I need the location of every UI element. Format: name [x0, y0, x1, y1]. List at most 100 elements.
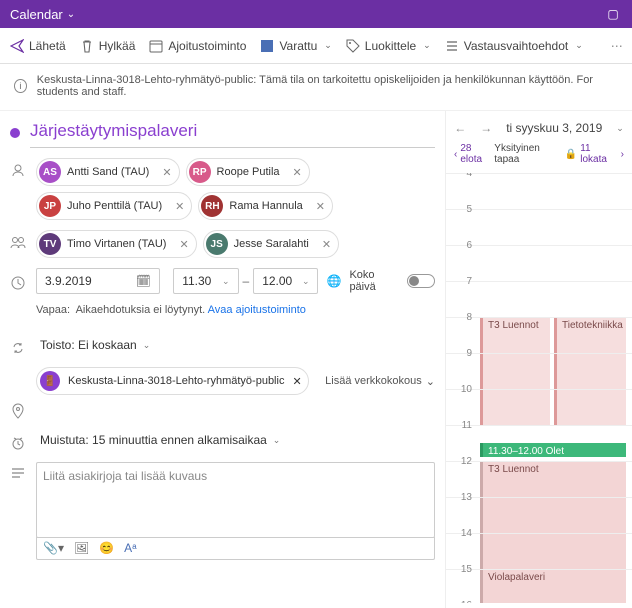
tag-icon [346, 39, 360, 53]
lock-icon: 🔒 [565, 149, 577, 160]
attendee-chip[interactable]: AS Antti Sand (TAU) ✕ [36, 158, 180, 186]
more-button[interactable]: ⋯ [611, 39, 624, 53]
attendee-name: Antti Sand (TAU) [67, 166, 149, 178]
calendar-prev-range[interactable]: ‹28 elota [454, 143, 494, 165]
reminder-select[interactable]: Muistuta: 15 minuuttia ennen alkamisaika… [36, 429, 284, 452]
calendar-clock-icon [149, 39, 163, 53]
attendee-name: Rama Hannula [229, 200, 302, 212]
chevron-down-icon: ⌄ [575, 40, 583, 51]
room-chip[interactable]: 🚪 Keskusta-Linna-3018-Lehto-ryhmätyö-pub… [36, 367, 309, 395]
avatar: AS [39, 161, 61, 183]
required-attendees[interactable]: ASAntti Sand (TAU)✕RPRoope Putila✕JPJuho… [36, 158, 435, 220]
insert-image-icon[interactable]: 🖼 [74, 541, 89, 555]
room-icon: 🚪 [40, 371, 60, 391]
attendee-chip[interactable]: TVTimo Virtanen (TAU)✕ [36, 230, 197, 258]
remove-attendee-button[interactable]: ✕ [159, 166, 174, 179]
start-time-input[interactable]: 11.30 ⌄ [173, 268, 238, 294]
checklist-icon [445, 39, 459, 53]
hour-label: 11 [446, 420, 476, 431]
prev-day-button[interactable]: ← [454, 121, 466, 135]
end-time-value: 12.00 [262, 274, 292, 288]
window-expand-icon[interactable]: ▢ [604, 7, 622, 21]
category-dot[interactable] [10, 128, 20, 138]
calendar-date-label[interactable]: ti syyskuu 3, 2019 [506, 121, 602, 135]
busy-label: Varattu [279, 39, 317, 53]
description-icon [10, 466, 26, 482]
hour-label: 7 [446, 276, 476, 287]
calendar-next-range[interactable]: 🔒 11 lokata› [565, 143, 624, 165]
hour-label: 16 [446, 600, 476, 603]
add-online-label: Lisää verkkokokous [325, 375, 422, 387]
clock-icon [10, 275, 26, 291]
remove-attendee-button[interactable]: ✕ [176, 238, 191, 251]
remove-attendee-button[interactable]: ✕ [313, 200, 328, 213]
categorize-button[interactable]: Luokittele ⌄ [346, 39, 431, 53]
calendar-privacy-label: Yksityinen tapaa [494, 143, 565, 165]
avatar: JP [39, 195, 61, 217]
time-dash: – [243, 274, 250, 288]
chevron-down-icon: ⌄ [324, 40, 332, 51]
formatting-icon[interactable]: Aᵃ [124, 541, 136, 555]
emoji-icon[interactable]: 😊 [99, 541, 114, 555]
chevron-down-icon: ⌄ [143, 340, 151, 351]
reminder-icon [10, 435, 26, 451]
remove-attendee-button[interactable]: ✕ [319, 238, 334, 251]
hour-label: 4 [446, 173, 476, 179]
attach-icon[interactable]: 📎▾ [43, 541, 64, 555]
show-as-button[interactable]: Varattu ⌄ [260, 39, 331, 53]
person-icon [10, 162, 26, 178]
attendee-chip[interactable]: JPJuho Penttilä (TAU)✕ [36, 192, 192, 220]
categorize-label: Luokittele [365, 39, 416, 53]
response-label: Vastausvaihtoehdot [464, 39, 569, 53]
recurrence-value: Toisto: Ei koskaan [40, 338, 137, 352]
free-text: Aikaehdotuksia ei löytynyt. [76, 304, 206, 316]
info-icon: i [14, 79, 27, 93]
date-value: 3.9.2019 [45, 274, 92, 288]
all-day-toggle[interactable] [407, 274, 435, 288]
chevron-down-icon: ⌄ [302, 276, 310, 287]
app-name[interactable]: Calendar [10, 7, 63, 22]
chevron-down-icon[interactable]: ⌄ [616, 123, 624, 134]
remove-attendee-button[interactable]: ✕ [172, 200, 187, 213]
description-editor[interactable]: Liitä asiakirjoja tai lisää kuvaus [36, 462, 435, 538]
chevron-down-icon: ⌄ [222, 276, 230, 287]
scheduling-assistant-button[interactable]: Ajoitustoiminto [149, 39, 246, 53]
optional-attendees[interactable]: TVTimo Virtanen (TAU)✕JSJesse Saralahti✕ [36, 230, 435, 258]
add-online-meeting[interactable]: Lisää verkkokokous ⌄ [325, 375, 435, 388]
timezone-icon[interactable]: 🌐 [326, 274, 341, 288]
attendee-name: Roope Putila [217, 166, 280, 178]
response-options-button[interactable]: Vastausvaihtoehdot ⌄ [445, 39, 583, 53]
remove-attendee-button[interactable]: ✕ [290, 166, 305, 179]
command-toolbar: Lähetä Hylkää Ajoitustoiminto Varattu ⌄ … [0, 28, 632, 64]
prev-range-label: 28 elota [460, 143, 494, 165]
attendee-chip[interactable]: JSJesse Saralahti✕ [203, 230, 339, 258]
chevron-down-icon: ⌄ [273, 435, 281, 446]
attendee-chip[interactable]: RHRama Hannula✕ [198, 192, 333, 220]
info-bar: i Keskusta-Linna-3018-Lehto-ryhmätyö-pub… [0, 64, 632, 111]
recurrence-select[interactable]: Toisto: Ei koskaan ⌄ [36, 334, 154, 357]
date-input[interactable]: 3.9.2019 🗓 [36, 268, 160, 294]
hour-label: 13 [446, 492, 476, 503]
send-label: Lähetä [29, 39, 66, 53]
discard-button[interactable]: Hylkää [80, 39, 136, 53]
hour-row: 15 [446, 569, 632, 603]
next-day-button[interactable]: → [480, 121, 492, 135]
open-scheduling-link[interactable]: Avaa ajoitustoiminto [208, 304, 306, 316]
hour-label: 5 [446, 204, 476, 215]
start-time-value: 11.30 [182, 274, 211, 288]
avatar: TV [39, 233, 61, 255]
subject-input[interactable]: Järjestäytymispalaveri [30, 121, 435, 148]
timeline[interactable]: T3 LuennotTietotekniikka11.30–12.00 Olet… [446, 173, 632, 603]
editor-placeholder: Liitä asiakirjoja tai lisää kuvaus [43, 469, 207, 483]
send-button[interactable]: Lähetä [10, 39, 66, 53]
remove-room-button[interactable]: ✕ [292, 375, 301, 388]
calendar-subheader: ‹28 elota Yksityinen tapaa 🔒 11 lokata› [446, 139, 632, 173]
end-time-input[interactable]: 12.00 ⌄ [253, 268, 318, 294]
app-dropdown-chevron[interactable]: ⌄ [67, 9, 75, 20]
attendee-name: Jesse Saralahti [234, 238, 309, 250]
attendee-chip[interactable]: RPRoope Putila✕ [186, 158, 310, 186]
hour-label: 15 [446, 564, 476, 575]
title-bar: Calendar ⌄ ▢ [0, 0, 632, 28]
discard-label: Hylkää [99, 39, 136, 53]
repeat-icon [10, 340, 26, 356]
